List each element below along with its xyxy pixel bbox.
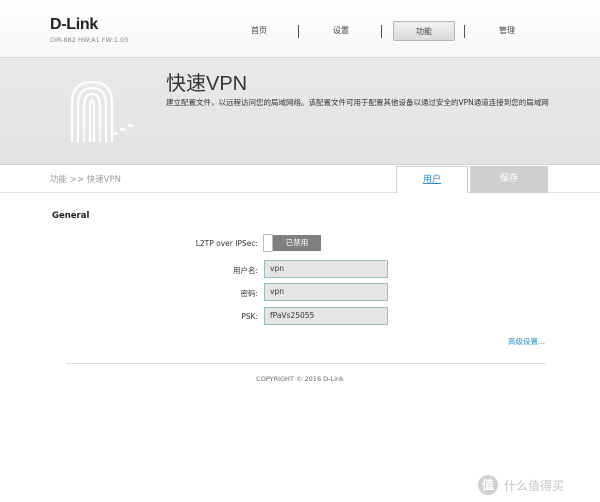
dlink-logo[interactable]: D-Link [50, 16, 98, 34]
toggle-knob [263, 234, 273, 252]
section-title: General [52, 211, 90, 221]
users-button[interactable]: 用户 [396, 166, 468, 193]
username-field[interactable]: vpn [264, 260, 388, 278]
page-title: 快速VPN [166, 73, 248, 95]
l2tp-label: L2TP over IPSec: [195, 239, 258, 248]
password-field[interactable]: vpn [264, 283, 388, 301]
nav-settings[interactable]: 设置 [310, 21, 372, 41]
nav-management[interactable]: 管理 [476, 21, 538, 41]
top-header: D-Link DIR-882 HW:A1 FW:1.03 首页 设置 功能 管理 [0, 0, 600, 58]
advanced-settings-link[interactable]: 高级设置... [508, 336, 545, 347]
password-label: 密码: [240, 289, 258, 298]
vpn-tunnel-icon [70, 80, 134, 142]
model-info: DIR-882 HW:A1 FW:1.03 [50, 36, 129, 44]
site-watermark: 值 什么值得买 [478, 475, 598, 497]
l2tp-toggle[interactable]: 已禁用 [263, 234, 321, 252]
username-label: 用户名: [232, 266, 258, 275]
nav-features[interactable]: 功能 [393, 21, 455, 41]
nav-separator [464, 25, 465, 38]
breadcrumb: 功能 >> 快速VPN [50, 175, 121, 185]
watermark-logo-icon: 值 [478, 475, 498, 495]
toggle-state: 已禁用 [273, 235, 321, 251]
save-button[interactable]: 保存 [470, 166, 548, 193]
copyright-text: COPYRIGHT © 2016 D-Link [256, 375, 344, 383]
nav-separator [381, 25, 382, 38]
page-description: 建立配置文件，以远程访问您的局域网络。该配置文件可用于配置其他设备以通过安全的V… [166, 98, 549, 107]
nav-home[interactable]: 首页 [228, 21, 290, 41]
psk-field[interactable]: fPaVs25055 [264, 307, 388, 325]
footer-divider [66, 363, 546, 364]
nav-separator [298, 25, 299, 38]
watermark-text: 什么值得买 [504, 479, 565, 493]
psk-label: PSK: [241, 312, 258, 321]
